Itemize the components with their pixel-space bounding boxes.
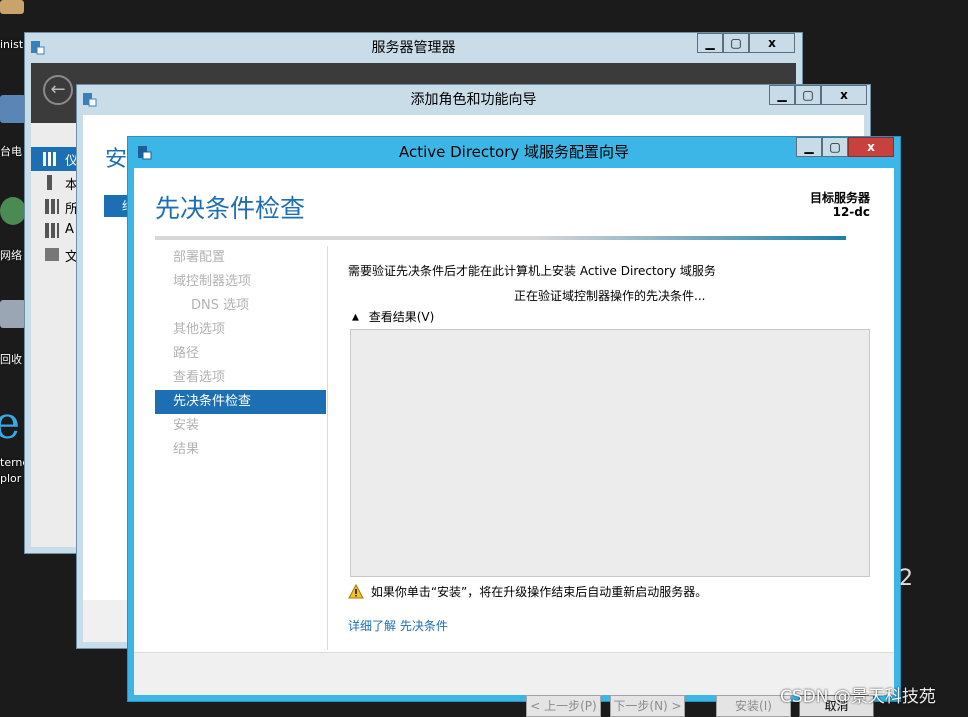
minimize-button[interactable]: ▁: [769, 85, 795, 105]
header-divider: [155, 236, 846, 240]
add-roles-heading: 安: [105, 147, 128, 172]
nav-review-options: 查看选项: [173, 370, 226, 385]
watermark: CSDN @景天科技苑: [780, 687, 936, 707]
warning-icon: [348, 583, 364, 599]
maximize-button[interactable]: ▢: [723, 33, 749, 53]
desktop-clock-fragment: 2: [899, 566, 913, 591]
close-button[interactable]: x: [848, 137, 894, 157]
minimize-button[interactable]: ▁: [697, 33, 723, 53]
all-servers-icon: [45, 199, 59, 214]
sidebar-item-local-server[interactable]: 本: [31, 171, 79, 195]
view-results-label: 查看结果(V): [368, 310, 435, 324]
results-panel: [350, 329, 870, 577]
nav-other-options: 其他选项: [173, 322, 226, 337]
sidebar-item-ad[interactable]: A: [31, 219, 79, 243]
ad-icon: [45, 223, 59, 238]
desktop-icon-label-ie-2: plor: [0, 472, 22, 485]
nav-dc-options: 域控制器选项: [173, 274, 252, 289]
back-arrow-icon: ←: [50, 79, 66, 100]
ad-ds-config-wizard-window: Active Directory 域服务配置向导 ▁ ▢ x 先决条件检查 目标…: [127, 136, 901, 717]
nav-install: 安装: [173, 418, 200, 433]
close-button[interactable]: x: [749, 33, 795, 53]
view-results-toggle[interactable]: ▲ 查看结果(V): [352, 308, 434, 326]
desktop-icon-label-network: 网络: [0, 249, 22, 262]
back-button[interactable]: ←: [43, 75, 73, 105]
desktop-icon-label-computer: 台电: [0, 145, 22, 158]
sidebar-item-all-servers[interactable]: 所: [31, 195, 79, 219]
sidebar-item-label: A: [65, 222, 74, 237]
file-icon: [45, 248, 59, 261]
server-manager-sidebar: 仪 本 所 A 文: [31, 123, 79, 547]
target-server-label: 目标服务器: [809, 191, 870, 205]
nav-dns-options: DNS 选项: [191, 298, 250, 313]
sidebar-item-file[interactable]: 文: [31, 243, 79, 267]
close-button[interactable]: x: [821, 85, 867, 105]
dashboard-icon: [43, 152, 57, 166]
warning-text: 如果你单击“安装”，将在升级操作结束后自动重新启动服务器。: [370, 585, 708, 599]
warning-row: 如果你单击“安装”，将在升级操作结束后自动重新启动服务器。: [348, 583, 707, 601]
chevron-up-icon: ▲: [352, 312, 359, 323]
target-server-name: 12-dc: [832, 205, 870, 219]
previous-button[interactable]: < 上一步(P): [526, 695, 601, 717]
user-folder-icon[interactable]: [0, 0, 28, 14]
maximize-button[interactable]: ▢: [822, 137, 848, 157]
next-button[interactable]: 下一步(N) >: [610, 695, 685, 717]
nav-deployment-config: 部署配置: [173, 250, 226, 265]
nav-prerequisites-check[interactable]: 先决条件检查: [155, 390, 326, 414]
ad-wizard-content: 先决条件检查 目标服务器 12-dc 部署配置 域控制器选项 DNS 选项 其他…: [134, 168, 894, 717]
nav-results: 结果: [173, 442, 200, 457]
maximize-button[interactable]: ▢: [795, 85, 821, 105]
description-text: 需要验证先决条件后才能在此计算机上安装 Active Directory 域服务: [348, 264, 716, 278]
minimize-button[interactable]: ▁: [796, 137, 822, 157]
local-server-icon: [47, 175, 52, 190]
server-manager-title: 服务器管理器: [371, 40, 456, 56]
nav-paths: 路径: [173, 346, 200, 361]
nav-divider: [327, 246, 328, 650]
desktop-icon-label-recycle-bin: 回收: [0, 353, 22, 366]
add-roles-title: 添加角色和功能向导: [410, 92, 537, 108]
sidebar-item-dashboard[interactable]: 仪: [31, 147, 79, 171]
learn-more-link[interactable]: 详细了解 先决条件: [348, 617, 448, 634]
ad-wizard-title: Active Directory 域服务配置向导: [398, 143, 630, 161]
desktop-icon-label-user: inist: [0, 38, 24, 51]
status-text: 正在验证域控制器操作的先决条件...: [514, 289, 706, 303]
page-title: 先决条件检查: [155, 194, 306, 223]
